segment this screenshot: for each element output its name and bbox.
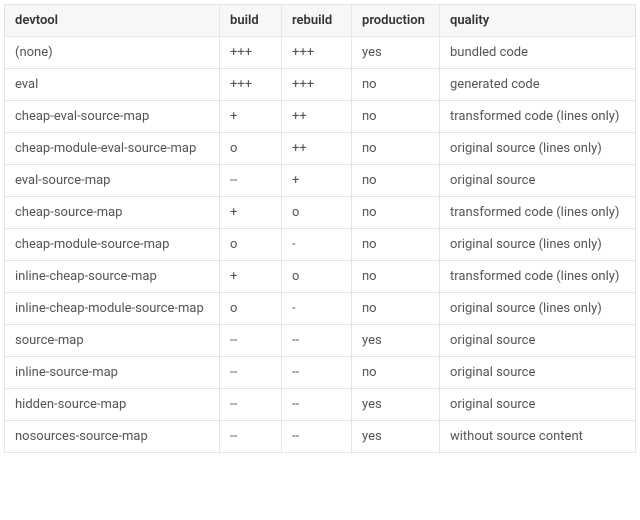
cell-production: no xyxy=(352,293,440,325)
cell-build: o xyxy=(220,133,282,165)
cell-rebuild: - xyxy=(282,293,352,325)
cell-rebuild: - xyxy=(282,229,352,261)
cell-build: +++ xyxy=(220,37,282,69)
cell-devtool: eval-source-map xyxy=(5,165,220,197)
cell-production: no xyxy=(352,197,440,229)
cell-quality: original source xyxy=(440,165,636,197)
cell-quality: bundled code xyxy=(440,37,636,69)
cell-devtool: inline-cheap-source-map xyxy=(5,261,220,293)
cell-build: o xyxy=(220,229,282,261)
cell-production: no xyxy=(352,69,440,101)
cell-quality: transformed code (lines only) xyxy=(440,261,636,293)
cell-quality: without source content xyxy=(440,421,636,453)
cell-quality: original source (lines only) xyxy=(440,229,636,261)
cell-rebuild: ++ xyxy=(282,101,352,133)
header-build: build xyxy=(220,5,282,37)
cell-rebuild: o xyxy=(282,197,352,229)
cell-build: +++ xyxy=(220,69,282,101)
header-devtool: devtool xyxy=(5,5,220,37)
table-row: source-map----yesoriginal source xyxy=(5,325,636,357)
header-production: production xyxy=(352,5,440,37)
cell-production: no xyxy=(352,357,440,389)
cell-rebuild: +++ xyxy=(282,37,352,69)
cell-build: -- xyxy=(220,325,282,357)
table-row: cheap-eval-source-map+++notransformed co… xyxy=(5,101,636,133)
cell-devtool: source-map xyxy=(5,325,220,357)
table-row: eval-source-map--+nooriginal source xyxy=(5,165,636,197)
devtool-table: devtool build rebuild production quality… xyxy=(4,4,636,453)
cell-rebuild: o xyxy=(282,261,352,293)
table-row: eval++++++nogenerated code xyxy=(5,69,636,101)
cell-quality: generated code xyxy=(440,69,636,101)
cell-quality: original source (lines only) xyxy=(440,293,636,325)
cell-devtool: cheap-module-source-map xyxy=(5,229,220,261)
cell-devtool: cheap-eval-source-map xyxy=(5,101,220,133)
table-row: cheap-module-source-mapo-nooriginal sour… xyxy=(5,229,636,261)
cell-rebuild: -- xyxy=(282,325,352,357)
cell-build: -- xyxy=(220,389,282,421)
cell-rebuild: + xyxy=(282,165,352,197)
cell-build: -- xyxy=(220,165,282,197)
table-row: cheap-source-map+onotransformed code (li… xyxy=(5,197,636,229)
cell-production: no xyxy=(352,101,440,133)
cell-rebuild: +++ xyxy=(282,69,352,101)
table-row: nosources-source-map----yeswithout sourc… xyxy=(5,421,636,453)
table-row: hidden-source-map----yesoriginal source xyxy=(5,389,636,421)
cell-quality: original source xyxy=(440,389,636,421)
cell-rebuild: -- xyxy=(282,421,352,453)
cell-devtool: cheap-source-map xyxy=(5,197,220,229)
cell-build: o xyxy=(220,293,282,325)
table-row: cheap-module-eval-source-mapo++noorigina… xyxy=(5,133,636,165)
cell-rebuild: -- xyxy=(282,357,352,389)
cell-production: no xyxy=(352,165,440,197)
cell-production: no xyxy=(352,229,440,261)
cell-quality: original source xyxy=(440,325,636,357)
cell-build: + xyxy=(220,197,282,229)
header-quality: quality xyxy=(440,5,636,37)
table-row: inline-source-map----nooriginal source xyxy=(5,357,636,389)
cell-devtool: inline-source-map xyxy=(5,357,220,389)
cell-devtool: nosources-source-map xyxy=(5,421,220,453)
cell-quality: transformed code (lines only) xyxy=(440,197,636,229)
cell-production: yes xyxy=(352,421,440,453)
cell-devtool: (none) xyxy=(5,37,220,69)
cell-production: no xyxy=(352,261,440,293)
cell-production: yes xyxy=(352,37,440,69)
cell-devtool: hidden-source-map xyxy=(5,389,220,421)
header-rebuild: rebuild xyxy=(282,5,352,37)
cell-quality: transformed code (lines only) xyxy=(440,101,636,133)
cell-production: yes xyxy=(352,389,440,421)
cell-quality: original source (lines only) xyxy=(440,133,636,165)
cell-rebuild: ++ xyxy=(282,133,352,165)
cell-devtool: inline-cheap-module-source-map xyxy=(5,293,220,325)
cell-devtool: eval xyxy=(5,69,220,101)
cell-production: no xyxy=(352,133,440,165)
cell-production: yes xyxy=(352,325,440,357)
cell-build: + xyxy=(220,261,282,293)
table-row: (none)++++++yesbundled code xyxy=(5,37,636,69)
table-row: inline-cheap-source-map+onotransformed c… xyxy=(5,261,636,293)
cell-quality: original source xyxy=(440,357,636,389)
cell-rebuild: -- xyxy=(282,389,352,421)
cell-build: -- xyxy=(220,421,282,453)
table-row: inline-cheap-module-source-mapo-noorigin… xyxy=(5,293,636,325)
table-header-row: devtool build rebuild production quality xyxy=(5,5,636,37)
cell-build: -- xyxy=(220,357,282,389)
cell-devtool: cheap-module-eval-source-map xyxy=(5,133,220,165)
cell-build: + xyxy=(220,101,282,133)
